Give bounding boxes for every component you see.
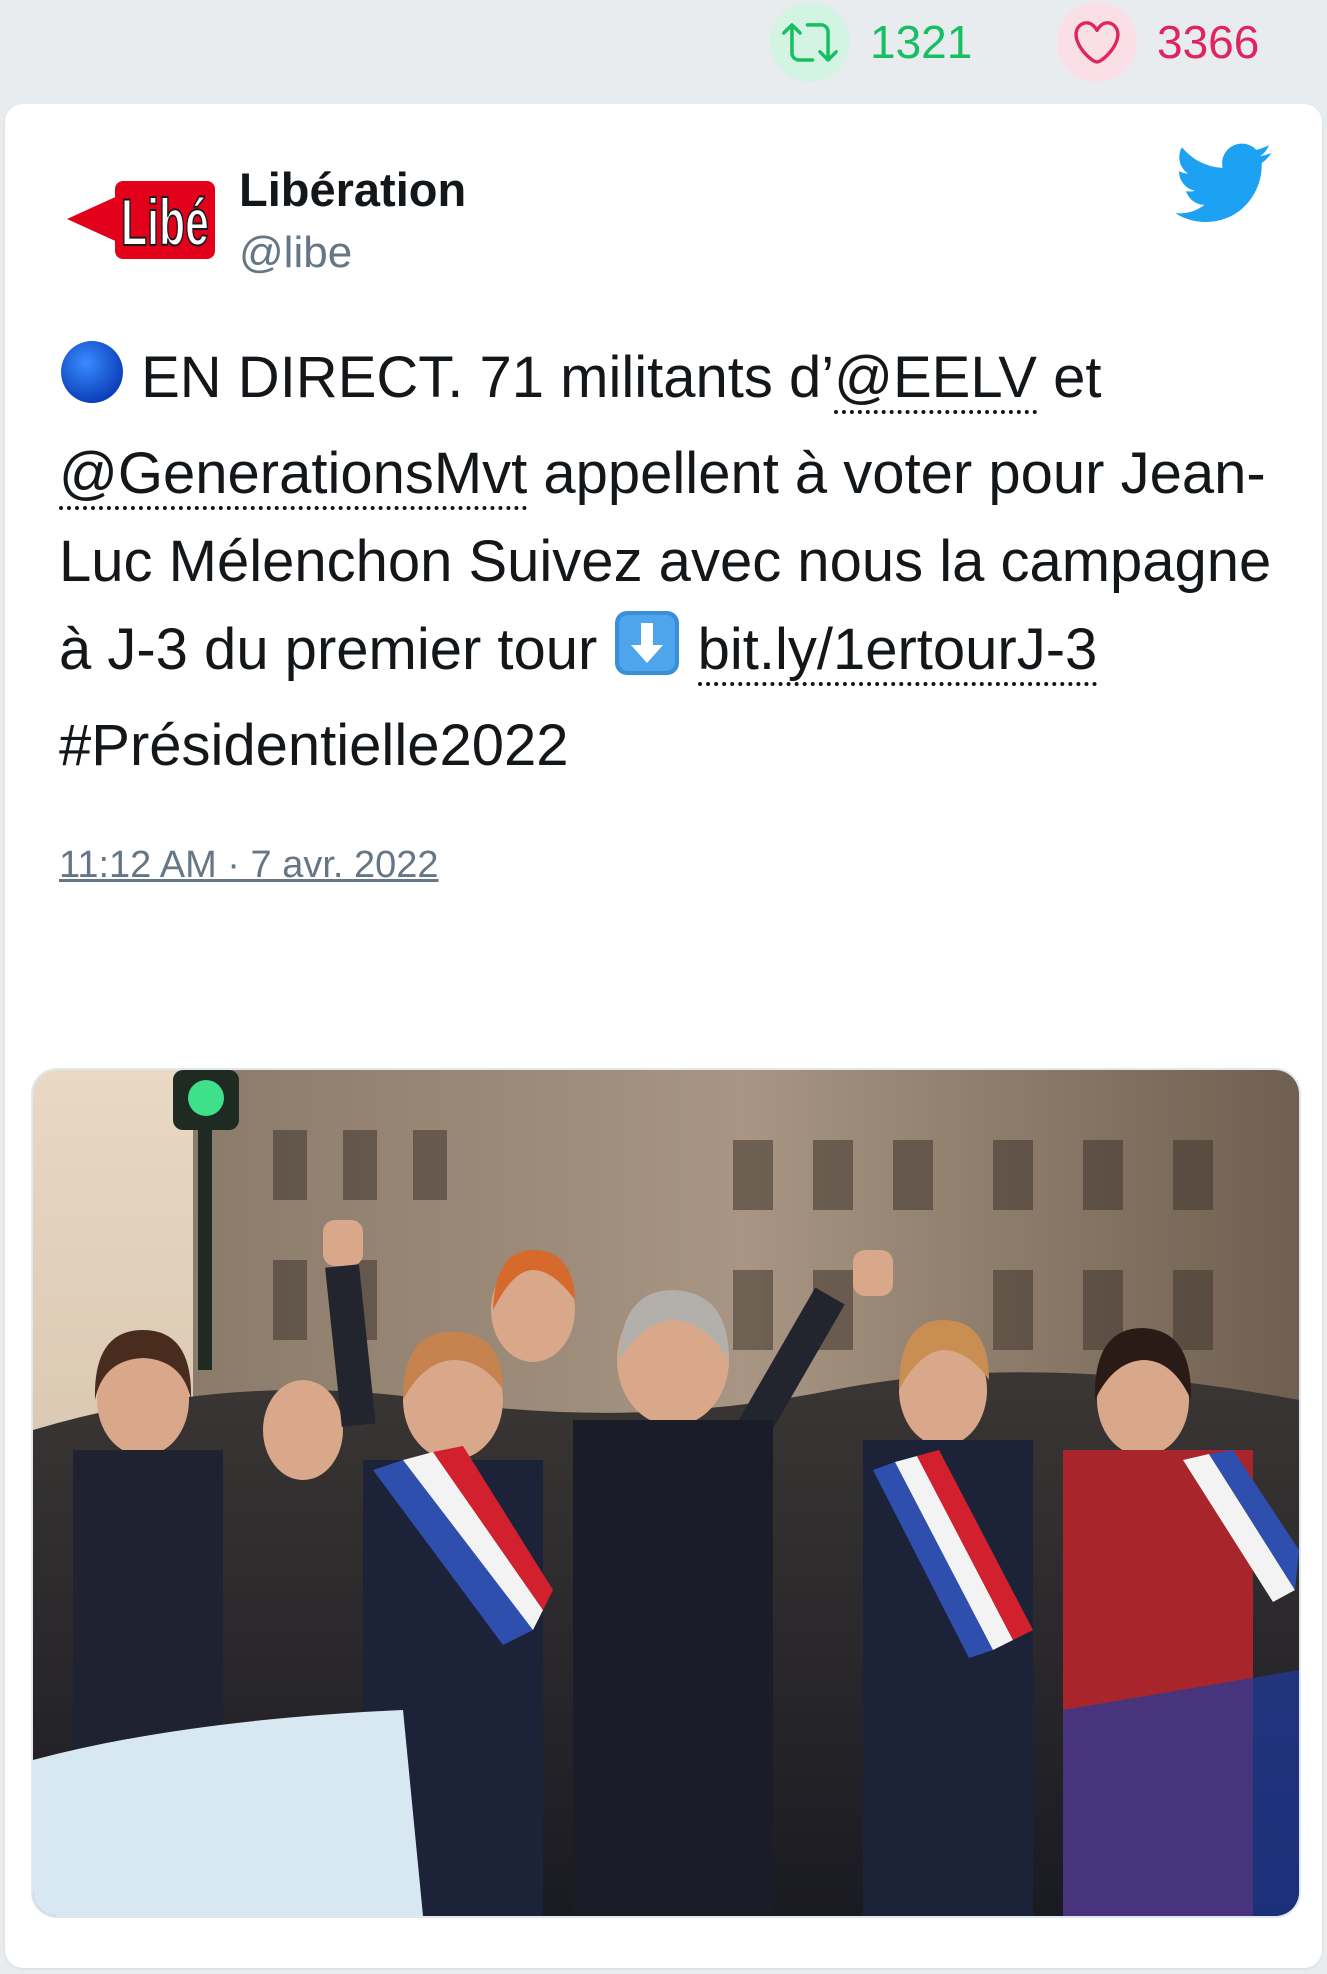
tweet-timestamp[interactable]: 11:12 AM · 7 avr. 2022 xyxy=(59,844,439,887)
like-count: 3366 xyxy=(1157,16,1260,68)
like-stat[interactable]: 3366 xyxy=(1057,0,1259,84)
down-arrow-icon xyxy=(613,609,681,702)
retweet-stat[interactable]: 1321 xyxy=(770,0,972,84)
avatar[interactable]: Libé xyxy=(63,159,223,279)
twitter-bird-icon[interactable] xyxy=(1175,142,1273,226)
tweet-text-part: et xyxy=(1037,345,1102,410)
tweet-text: EN DIRECT. 71 militants d’@EELV et @Gene… xyxy=(59,334,1279,790)
tweet-card: Libé Libération @libe EN DIRECT. 71 mili… xyxy=(5,104,1322,1968)
retweet-count: 1321 xyxy=(870,16,973,68)
hashtag[interactable]: #Présidentielle2022 xyxy=(59,713,568,778)
engagement-stats: 1321 3366 xyxy=(0,0,1327,90)
mention-eelv[interactable]: @EELV xyxy=(834,345,1037,414)
tweet-photo[interactable] xyxy=(31,1068,1301,1918)
heart-icon xyxy=(1057,2,1137,82)
avatar-logo-text: Libé xyxy=(121,185,209,259)
retweet-icon xyxy=(770,2,850,82)
tweet-link[interactable]: bit.ly/1ertourJ-3 xyxy=(697,617,1098,686)
mention-generationsmvt[interactable]: @GenerationsMvt xyxy=(59,441,528,510)
author-name[interactable]: Libération xyxy=(239,162,466,217)
blue-circle-icon xyxy=(59,339,125,430)
author-handle[interactable]: @libe xyxy=(239,228,352,278)
tweet-text-part: EN DIRECT. 71 militants d’ xyxy=(141,345,835,410)
